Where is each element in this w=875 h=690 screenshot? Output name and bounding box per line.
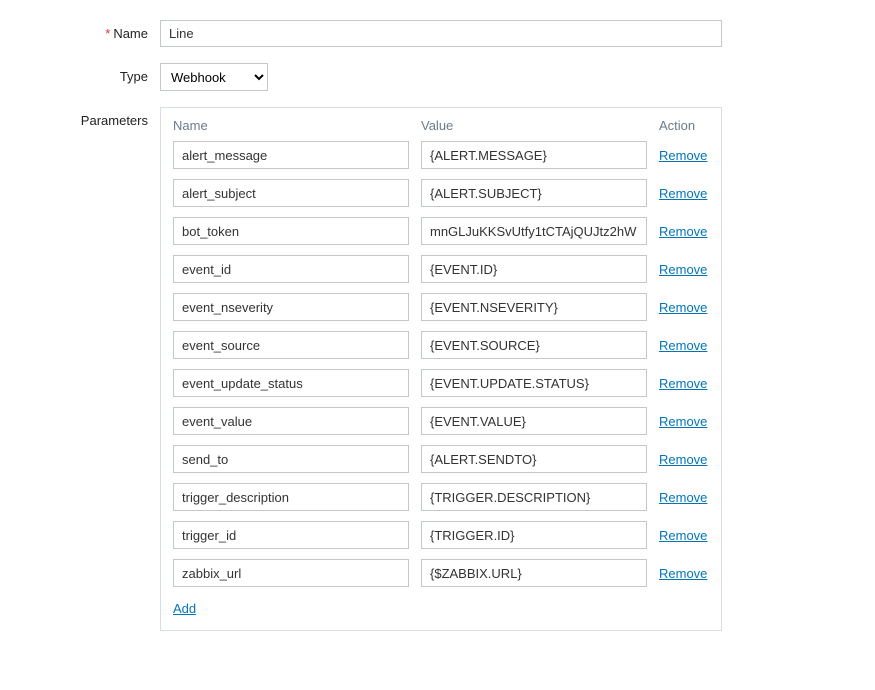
parameter-row: Remove: [173, 369, 709, 397]
header-value: Value: [421, 118, 659, 133]
parameter-row: Remove: [173, 483, 709, 511]
parameter-name-input[interactable]: [173, 141, 409, 169]
name-input[interactable]: [160, 20, 722, 47]
header-name: Name: [173, 118, 421, 133]
parameter-value-input[interactable]: [421, 141, 647, 169]
remove-parameter-link[interactable]: Remove: [659, 300, 707, 315]
remove-parameter-link[interactable]: Remove: [659, 414, 707, 429]
parameter-name-input[interactable]: [173, 483, 409, 511]
parameter-name-input[interactable]: [173, 445, 409, 473]
required-indicator: *: [105, 26, 110, 41]
parameter-name-input[interactable]: [173, 369, 409, 397]
parameter-row: Remove: [173, 141, 709, 169]
remove-parameter-link[interactable]: Remove: [659, 376, 707, 391]
parameter-row: Remove: [173, 255, 709, 283]
parameter-value-input[interactable]: [421, 217, 647, 245]
parameter-value-input[interactable]: [421, 483, 647, 511]
parameter-row: Remove: [173, 217, 709, 245]
type-select[interactable]: Webhook: [160, 63, 268, 91]
parameter-name-input[interactable]: [173, 521, 409, 549]
parameter-value-input[interactable]: [421, 445, 647, 473]
parameter-value-input[interactable]: [421, 331, 647, 359]
parameter-value-input[interactable]: [421, 255, 647, 283]
parameter-value-input[interactable]: [421, 293, 647, 321]
parameter-name-input[interactable]: [173, 255, 409, 283]
parameter-row: Remove: [173, 559, 709, 587]
parameter-name-input[interactable]: [173, 217, 409, 245]
parameters-label: Parameters: [20, 107, 160, 128]
parameter-value-input[interactable]: [421, 559, 647, 587]
remove-parameter-link[interactable]: Remove: [659, 528, 707, 543]
parameter-row: Remove: [173, 407, 709, 435]
remove-parameter-link[interactable]: Remove: [659, 452, 707, 467]
remove-parameter-link[interactable]: Remove: [659, 262, 707, 277]
remove-parameter-link[interactable]: Remove: [659, 338, 707, 353]
parameter-value-input[interactable]: [421, 369, 647, 397]
remove-parameter-link[interactable]: Remove: [659, 186, 707, 201]
add-parameter-link[interactable]: Add: [173, 601, 196, 616]
remove-parameter-link[interactable]: Remove: [659, 148, 707, 163]
parameter-row: Remove: [173, 331, 709, 359]
parameter-value-input[interactable]: [421, 521, 647, 549]
parameter-name-input[interactable]: [173, 407, 409, 435]
parameter-name-input[interactable]: [173, 179, 409, 207]
parameter-row: Remove: [173, 179, 709, 207]
parameters-header: Name Value Action: [173, 118, 709, 133]
parameter-value-input[interactable]: [421, 407, 647, 435]
remove-parameter-link[interactable]: Remove: [659, 490, 707, 505]
type-label: Type: [20, 63, 160, 84]
parameter-name-input[interactable]: [173, 559, 409, 587]
parameter-row: Remove: [173, 293, 709, 321]
parameter-name-input[interactable]: [173, 293, 409, 321]
remove-parameter-link[interactable]: Remove: [659, 566, 707, 581]
header-action: Action: [659, 118, 709, 133]
remove-parameter-link[interactable]: Remove: [659, 224, 707, 239]
parameter-row: Remove: [173, 521, 709, 549]
parameters-table: Name Value Action Remove Remove Remove Remo…: [160, 107, 722, 631]
parameter-row: Remove: [173, 445, 709, 473]
name-label: *Name: [20, 20, 160, 41]
parameter-value-input[interactable]: [421, 179, 647, 207]
parameter-name-input[interactable]: [173, 331, 409, 359]
